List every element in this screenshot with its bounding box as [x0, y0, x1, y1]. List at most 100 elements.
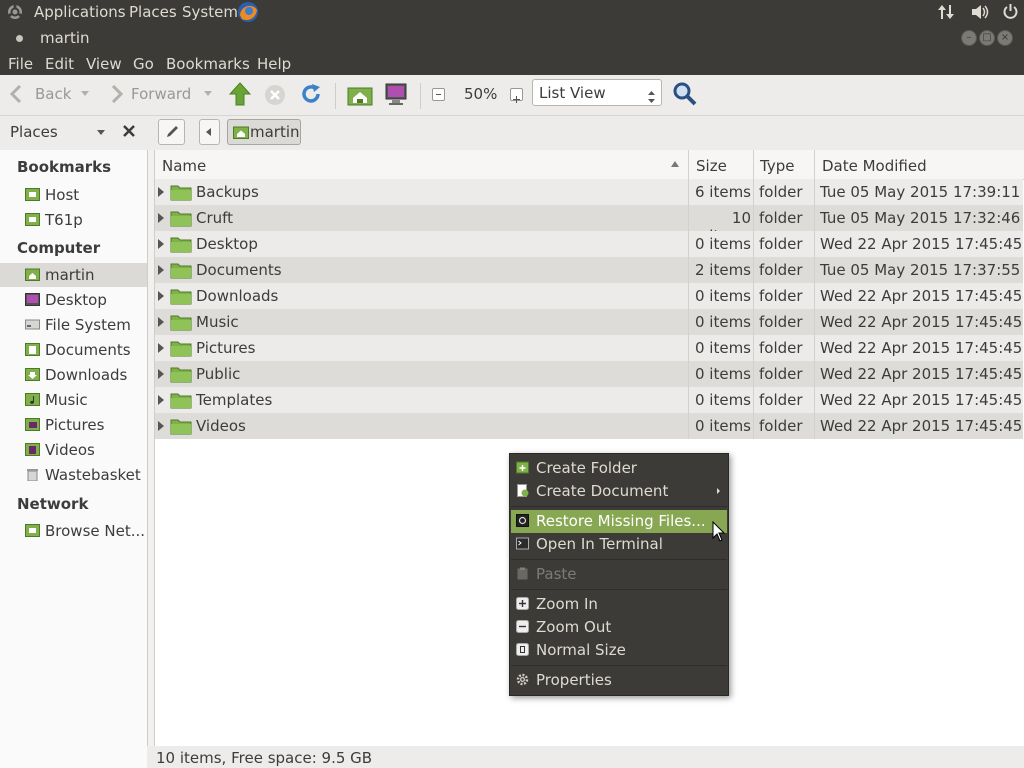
menu-item-zoom-in[interactable]: Zoom In [511, 593, 727, 616]
expander-arrow-icon[interactable] [158, 265, 164, 275]
expander-arrow-icon[interactable] [158, 421, 164, 431]
menu-go[interactable]: Go [133, 55, 154, 73]
expander-arrow-icon[interactable] [158, 187, 164, 197]
close-button[interactable]: × [997, 30, 1013, 46]
table-row[interactable]: Music 0 items folder Wed 22 Apr 2015 17:45:… [155, 309, 1024, 335]
menu-item-properties[interactable]: Properties [511, 669, 727, 692]
applications-menu[interactable]: Applications [34, 3, 126, 21]
column-header-date-modified[interactable]: Date Modified [822, 157, 927, 175]
window-title: martin [40, 29, 90, 47]
menu-view[interactable]: View [86, 55, 122, 73]
forward-button[interactable]: Forward [131, 85, 191, 103]
back-dropdown-icon[interactable] [81, 91, 89, 96]
sidebar-item-label: Documents [45, 341, 131, 359]
sidebar-item-desktop[interactable]: Desktop [0, 288, 147, 312]
column-divider[interactable] [688, 150, 689, 179]
volume-icon[interactable] [971, 4, 991, 20]
menu-help[interactable]: Help [257, 55, 291, 73]
table-row[interactable]: Templates 0 items folder Wed 22 Apr 2015 17… [155, 387, 1024, 413]
close-sidebar-icon[interactable] [122, 124, 136, 138]
table-row[interactable]: Videos 0 items folder Wed 22 Apr 2015 17:45… [155, 413, 1024, 439]
stop-icon[interactable] [264, 84, 286, 106]
table-row[interactable]: Documents 2 items folder Tue 05 May 2015 17… [155, 257, 1024, 283]
network-updown-icon[interactable] [937, 3, 955, 21]
expander-arrow-icon[interactable] [158, 239, 164, 249]
table-row[interactable]: Pictures 0 items folder Wed 22 Apr 2015 17:… [155, 335, 1024, 361]
sidebar-item-browse-network[interactable]: Browse Net... [0, 519, 147, 543]
zoom-in-button[interactable] [510, 88, 523, 103]
column-header-size[interactable]: Size [696, 157, 727, 175]
menu-item-restore-missing-files[interactable]: Restore Missing Files... [511, 510, 727, 533]
window-title-bar[interactable]: martin – □ × [0, 24, 1024, 52]
menu-edit[interactable]: Edit [45, 55, 74, 73]
minimize-button[interactable]: – [961, 30, 977, 46]
menu-item-open-in-terminal[interactable]: Open In Terminal [511, 533, 727, 556]
file-date-modified: Tue 05 May 2015 17:37:55 BST [820, 261, 1024, 279]
menu-item-zoom-out[interactable]: Zoom Out [511, 616, 727, 639]
menu-separator [511, 665, 727, 666]
back-arrow-icon[interactable] [9, 84, 22, 104]
folder-icon [170, 235, 192, 253]
places-selector[interactable]: Places [10, 123, 58, 141]
expander-arrow-icon[interactable] [158, 213, 164, 223]
power-icon[interactable] [1002, 3, 1019, 20]
forward-dropdown-icon[interactable] [204, 91, 212, 96]
expander-arrow-icon[interactable] [158, 395, 164, 405]
home-folder-icon [233, 125, 249, 139]
zoom-out-button[interactable] [432, 88, 445, 101]
view-mode-select[interactable]: List View [532, 79, 662, 106]
sidebar-item-file-system[interactable]: File System [0, 313, 147, 337]
computer-icon[interactable] [384, 82, 408, 106]
column-divider[interactable] [753, 150, 754, 179]
column-header-type[interactable]: Type [760, 157, 794, 175]
table-row[interactable]: Cruft10 itemsfolderTue 05 May 2015 17:32… [155, 205, 1024, 245]
forward-arrow-icon[interactable] [111, 84, 124, 104]
sidebar-item-documents[interactable]: Documents [0, 338, 147, 362]
menu-file[interactable]: File [8, 55, 33, 73]
sidebar-item-t61p[interactable]: T61p [0, 208, 147, 232]
menu-item-normal-size[interactable]: Normal Size [511, 639, 727, 662]
menu-item-create-folder[interactable]: Create Folder [511, 457, 727, 480]
system-menu[interactable]: System [182, 3, 238, 21]
table-row[interactable]: Backups 6 items folder Tue 05 May 2015 17:3… [155, 179, 1024, 205]
home-icon[interactable] [347, 84, 373, 106]
places-menu[interactable]: Places [129, 3, 177, 21]
table-row[interactable]: Desktop 0 items folder Wed 22 Apr 2015 17:4… [155, 231, 1024, 257]
menu-bookmarks[interactable]: Bookmarks [166, 55, 250, 73]
menu-item-paste[interactable]: Paste [511, 563, 727, 586]
clipboard-icon [516, 567, 529, 580]
sort-ascending-icon[interactable] [671, 161, 679, 167]
sidebar-item-host[interactable]: Host [0, 183, 147, 207]
places-dropdown-icon[interactable] [97, 130, 105, 135]
sidebar-item-wastebasket[interactable]: Wastebasket [0, 463, 147, 487]
expander-arrow-icon[interactable] [158, 317, 164, 327]
back-button[interactable]: Back [35, 85, 71, 103]
expander-arrow-icon[interactable] [158, 343, 164, 353]
search-icon[interactable] [673, 82, 697, 106]
expander-arrow-icon[interactable] [158, 291, 164, 301]
breadcrumb-martin-button[interactable]: martin [227, 119, 301, 145]
up-arrow-icon[interactable] [228, 82, 252, 106]
sidebar-item-martin[interactable]: martin [0, 263, 147, 287]
sidebar-item-music[interactable]: Music [0, 388, 147, 412]
table-row[interactable]: Public 0 items folder Wed 22 Apr 2015 17:45… [155, 361, 1024, 387]
hard-drive-icon [25, 318, 40, 331]
expander-arrow-icon[interactable] [158, 369, 164, 379]
breadcrumb-left-button[interactable] [199, 119, 220, 145]
network-drive-icon [25, 213, 40, 226]
ubuntu-logo-icon[interactable] [7, 4, 23, 20]
firefox-icon[interactable] [237, 1, 259, 23]
column-header-name[interactable]: Name [162, 157, 206, 175]
sidebar-item-videos[interactable]: Videos [0, 438, 147, 462]
maximize-button[interactable]: □ [979, 30, 995, 46]
file-date-modified: Wed 22 Apr 2015 17:45:45 BST [820, 287, 1024, 305]
table-row[interactable]: Downloads 0 items folder Wed 22 Apr 2015 17… [155, 283, 1024, 309]
edit-location-button[interactable] [158, 119, 185, 145]
pictures-icon [25, 418, 40, 431]
sidebar-item-downloads[interactable]: Downloads [0, 363, 147, 387]
menu-item-create-document[interactable]: Create Document [511, 480, 727, 503]
documents-icon [25, 343, 40, 356]
column-divider[interactable] [814, 150, 815, 179]
sidebar-item-pictures[interactable]: Pictures [0, 413, 147, 437]
reload-icon[interactable] [300, 83, 322, 105]
